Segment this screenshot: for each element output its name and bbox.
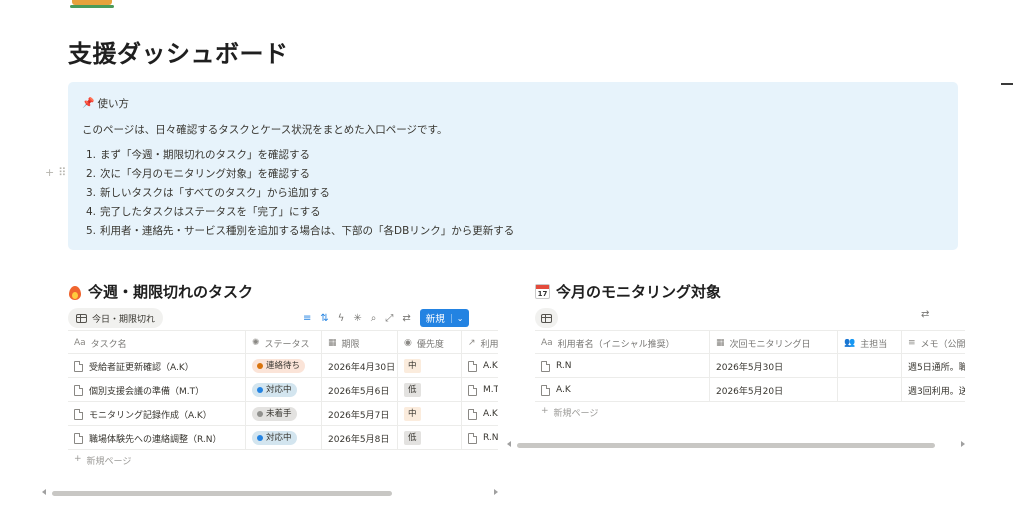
- people-icon: 👥: [844, 338, 856, 348]
- status-badge: 未着手: [252, 407, 297, 421]
- usage-step: 2. 次に「今月のモニタリング対象」を確認する: [86, 168, 310, 180]
- status-icon: ✺: [252, 338, 260, 348]
- plus-icon: +: [74, 454, 82, 464]
- column-header-name[interactable]: Aa タスク名: [68, 331, 246, 355]
- status-badge: 対応中: [252, 383, 297, 397]
- table-icon: [76, 313, 87, 323]
- priority-tag: 低: [404, 431, 421, 445]
- page-icon: [468, 408, 477, 420]
- new-task-button[interactable]: 新規 ⌄: [419, 309, 469, 327]
- plus-icon: +: [541, 406, 549, 416]
- table-header: Aa タスク名 ✺ ステータス ▦ 期限 ◉ 優先度 ↗ 利用: [68, 330, 498, 355]
- table-row[interactable]: 個別支援会議の準備（M.T） 対応中 2026年5月6日 低 M.T: [68, 378, 498, 402]
- page-icon: [74, 432, 83, 444]
- settings-icon[interactable]: ⇄: [921, 309, 929, 320]
- page-icon: [468, 432, 477, 444]
- table-row[interactable]: 職場体験先への連絡調整（R.N） 対応中 2026年5月8日 低 R.N: [68, 426, 498, 450]
- column-header-user[interactable]: ↗ 利用: [462, 331, 498, 355]
- page-icon[interactable]: [70, 0, 114, 9]
- callout-heading: 📌 使い方: [82, 96, 129, 111]
- column-header-memo[interactable]: ≡ メモ（公開: [902, 331, 965, 355]
- usage-step: 1. まず「今週・期限切れのタスク」を確認する: [86, 149, 310, 161]
- settings-icon[interactable]: ⇄: [402, 313, 410, 324]
- title-icon: Aa: [541, 338, 553, 348]
- calendar-icon: ▦: [328, 338, 337, 348]
- fire-icon: [68, 284, 82, 300]
- outline-marker[interactable]: [1001, 83, 1013, 85]
- table-row[interactable]: 受給者証更新確認（A.K） 連絡待ち 2026年4月30日 中 A.K: [68, 354, 498, 378]
- monitoring-table: Aa 利用者名（イニシャル推奨） ▦ 次回モニタリング日 👥 主担当 ≡ メモ（公開 R…: [535, 330, 965, 402]
- tab-today-overdue[interactable]: 今日・期限切れ: [68, 308, 164, 328]
- column-header-owner[interactable]: 👥 主担当: [838, 331, 902, 355]
- relation-icon: ↗: [468, 338, 476, 348]
- page-icon: [541, 384, 550, 396]
- scroll-right-icon[interactable]: [494, 489, 498, 495]
- text-icon: ≡: [908, 338, 916, 348]
- title-icon: Aa: [74, 338, 86, 348]
- monitoring-heading: 17 今月のモニタリング対象: [535, 281, 721, 302]
- usage-callout: 📌 使い方 このページは、日々確認するタスクとケース状況をまとめた入口ページです…: [68, 82, 958, 250]
- calendar-icon: 17: [535, 284, 550, 299]
- priority-tag: 中: [404, 407, 421, 421]
- usage-step: 4. 完了したタスクはステータスを「完了」にする: [86, 206, 321, 218]
- priority-tag: 低: [404, 383, 421, 397]
- usage-step: 3. 新しいタスクは「すべてのタスク」から追加する: [86, 187, 330, 199]
- page-icon: [468, 360, 477, 372]
- column-header-user-name[interactable]: Aa 利用者名（イニシャル推奨）: [535, 331, 710, 355]
- monitoring-toolbar: ⇄: [921, 309, 929, 320]
- scroll-right-icon[interactable]: [961, 441, 965, 447]
- table-header: Aa 利用者名（イニシャル推奨） ▦ 次回モニタリング日 👥 主担当 ≡ メモ（公開: [535, 330, 965, 355]
- scroll-left-icon[interactable]: [507, 441, 511, 447]
- column-header-status[interactable]: ✺ ステータス: [246, 331, 322, 355]
- automation-icon[interactable]: ϟ: [338, 313, 345, 324]
- calendar-icon: ▦: [716, 338, 725, 348]
- search-icon[interactable]: ⌕: [371, 313, 377, 324]
- usage-steps: 1. まず「今週・期限切れのタスク」を確認する 2. 次に「今月のモニタリング対象」…: [86, 146, 514, 241]
- drag-handle-icon[interactable]: ⠿: [58, 166, 66, 179]
- table-row[interactable]: A.K 2026年5月20日 週3回利用。送: [535, 378, 965, 402]
- page-title: 支援ダッシュボード: [68, 40, 289, 68]
- add-block-icon[interactable]: +: [45, 166, 54, 179]
- page-icon: [541, 360, 550, 372]
- expand-icon[interactable]: ⤢: [385, 313, 393, 324]
- callout-heading-text: 使い方: [97, 98, 129, 110]
- usage-step: 5. 利用者・連絡先・サービス種別を追加する場合は、下部の「各DBリンク」から更新…: [86, 225, 515, 237]
- priority-tag: 中: [404, 359, 421, 373]
- filter-icon[interactable]: ≡: [303, 313, 311, 324]
- scroll-left-icon[interactable]: [42, 489, 46, 495]
- tasks-horizontal-scrollbar[interactable]: [42, 489, 498, 497]
- table-row[interactable]: モニタリング記録作成（A.K） 未着手 2026年5月7日 中 A.K: [68, 402, 498, 426]
- callout-intro: このページは、日々確認するタスクとケース状況をまとめた入口ページです。: [82, 124, 448, 136]
- sparkle-icon[interactable]: ✳: [353, 313, 361, 324]
- tasks-new-page-button[interactable]: + 新規ページ: [74, 454, 131, 467]
- pushpin-icon: 📌: [82, 98, 95, 109]
- page-icon: [468, 384, 477, 396]
- chevron-down-icon[interactable]: ⌄: [450, 313, 469, 323]
- tab-monitoring-table[interactable]: [535, 308, 558, 328]
- table-row[interactable]: R.N 2026年5月30日 週5日通所。職: [535, 354, 965, 378]
- status-badge: 連絡待ち: [252, 359, 306, 373]
- column-header-priority[interactable]: ◉ 優先度: [398, 331, 462, 355]
- monitoring-new-page-button[interactable]: + 新規ページ: [541, 406, 598, 419]
- tasks-table: Aa タスク名 ✺ ステータス ▦ 期限 ◉ 優先度 ↗ 利用 受給者証更新確認（A.K）…: [68, 330, 498, 450]
- sort-icon[interactable]: ⇅: [320, 313, 328, 324]
- page-icon: [74, 384, 83, 396]
- page-icon: [74, 360, 83, 372]
- status-badge: 対応中: [252, 431, 297, 445]
- monitoring-horizontal-scrollbar[interactable]: [507, 441, 965, 449]
- column-header-next-date[interactable]: ▦ 次回モニタリング日: [710, 331, 838, 355]
- column-header-due[interactable]: ▦ 期限: [322, 331, 398, 355]
- select-icon: ◉: [404, 338, 412, 348]
- block-tools: + ⠿: [45, 166, 66, 179]
- tasks-heading: 今週・期限切れのタスク: [68, 281, 253, 302]
- table-icon: [541, 313, 552, 323]
- tasks-toolbar: ≡ ⇅ ϟ ✳ ⌕ ⤢ ⇄ 新規 ⌄: [303, 309, 469, 327]
- page-icon: [74, 408, 83, 420]
